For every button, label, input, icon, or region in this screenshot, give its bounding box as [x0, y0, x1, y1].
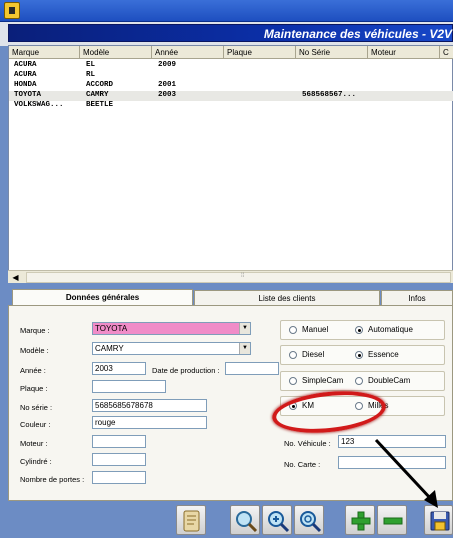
cell-modele: RL — [86, 71, 96, 79]
modele-select[interactable]: CAMRY ▼ — [92, 342, 251, 355]
remove-icon — [383, 517, 403, 525]
horizontal-scrollbar[interactable]: ◀ ⁞⁞ — [8, 270, 453, 283]
carburant-group: Diesel Essence — [280, 345, 445, 365]
cell-marque: ACURA — [14, 61, 37, 69]
date-production-field[interactable] — [225, 362, 279, 375]
cell-annee: 2009 — [158, 61, 177, 69]
tab-liste-des-clients[interactable]: Liste des clients — [194, 290, 380, 305]
cell-modele: ACCORD — [86, 81, 114, 89]
simplecam-label: SimpleCam — [302, 376, 344, 385]
zoom-in-icon — [268, 511, 290, 533]
marque-select[interactable]: TOYOTA ▼ — [92, 322, 251, 335]
zoom-in-button[interactable] — [262, 505, 292, 535]
table-row[interactable]: HONDA ACCORD 2001 — [9, 81, 453, 91]
table-row[interactable]: ACURA RL — [9, 71, 453, 81]
moteur-label: Moteur : — [20, 439, 48, 448]
scroll-left-arrow-icon[interactable]: ◀ — [10, 272, 21, 283]
manuel-label: Manuel — [302, 325, 329, 334]
no-vehicule-label: No. Véhicule : — [284, 439, 331, 448]
cell-modele: BEETLE — [86, 101, 114, 109]
cell-annee: 2001 — [158, 81, 177, 89]
table-row[interactable]: ACURA EL 2009 — [9, 61, 453, 71]
no-serie-label: No série : — [20, 403, 53, 412]
column-header-c[interactable]: C — [440, 46, 453, 59]
tab-donnees-generales[interactable]: Données générales — [12, 289, 193, 306]
annee-field[interactable]: 2003 — [92, 362, 146, 375]
cell-marque: HONDA — [14, 81, 37, 89]
vehicle-list[interactable]: Marque Modèle Année Plaque No Série Mote… — [8, 45, 453, 283]
no-serie-field[interactable]: 5685685678678 — [92, 399, 207, 412]
doublecam-radio[interactable] — [355, 377, 363, 385]
column-header-modele[interactable]: Modèle — [80, 46, 152, 59]
cell-modele: CAMRY — [86, 91, 109, 99]
cam-group: SimpleCam DoubleCam — [280, 371, 445, 391]
moteur-field[interactable] — [92, 435, 146, 448]
column-header-marque[interactable]: Marque — [9, 46, 80, 59]
simplecam-radio[interactable] — [289, 377, 297, 385]
app-icon[interactable] — [4, 2, 20, 19]
title-bar — [0, 0, 453, 22]
column-header-no-serie[interactable]: No Série — [296, 46, 368, 59]
diesel-radio[interactable] — [289, 351, 297, 359]
doublecam-label: DoubleCam — [368, 376, 411, 385]
page-title: Maintenance des véhicules - V2V — [263, 27, 452, 41]
column-header-annee[interactable]: Année — [152, 46, 224, 59]
marque-value: TOYOTA — [95, 324, 128, 333]
zoom-out-icon — [300, 511, 322, 533]
table-row[interactable]: VOLKSWAG... BEETLE — [9, 101, 453, 111]
page-header: Maintenance des véhicules - V2V — [8, 24, 453, 42]
scroll-icon — [183, 510, 200, 532]
automatique-label: Automatique — [368, 325, 413, 334]
cell-marque: ACURA — [14, 71, 37, 79]
remove-button[interactable] — [377, 505, 407, 535]
plaque-label: Plaque : — [20, 384, 48, 393]
tab-infos[interactable]: Infos — [381, 290, 453, 305]
marque-label: Marque : — [20, 326, 50, 335]
scroll-grip-icon: ⁞⁞ — [241, 273, 245, 279]
cell-annee: 2003 — [158, 91, 177, 99]
cell-modele: EL — [86, 61, 96, 69]
diesel-label: Diesel — [302, 350, 325, 359]
column-header-plaque[interactable]: Plaque — [224, 46, 296, 59]
essence-radio[interactable] — [355, 351, 363, 359]
annee-label: Année : — [20, 366, 46, 375]
save-button[interactable] — [424, 505, 453, 535]
chevron-down-icon[interactable]: ▼ — [239, 343, 250, 354]
no-vehicule-field[interactable]: 123 — [338, 435, 446, 448]
couleur-label: Couleur : — [20, 420, 51, 429]
scroll-button[interactable] — [176, 505, 206, 535]
cell-serie: 568568567... — [302, 91, 357, 99]
zoom-out-button[interactable] — [294, 505, 324, 535]
cylindre-label: Cylindré : — [20, 457, 52, 466]
column-header-moteur[interactable]: Moteur — [368, 46, 440, 59]
search-button[interactable] — [230, 505, 260, 535]
nombre-portes-label: Nombre de portes : — [20, 475, 85, 484]
nombre-portes-field[interactable] — [92, 471, 146, 484]
chevron-down-icon[interactable]: ▼ — [239, 323, 250, 334]
cell-marque: TOYOTA — [14, 91, 42, 99]
plaque-field[interactable] — [92, 380, 166, 393]
automatique-radio[interactable] — [355, 326, 363, 334]
manuel-radio[interactable] — [289, 326, 297, 334]
no-carte-label: No. Carte : — [284, 460, 321, 469]
add-button[interactable] — [345, 505, 375, 535]
table-row-selected[interactable]: TOYOTA CAMRY 2003 568568567... — [9, 91, 453, 101]
no-carte-field[interactable] — [338, 456, 446, 469]
date-production-label: Date de production : — [152, 366, 220, 375]
save-icon — [430, 511, 450, 531]
cylindre-field[interactable] — [92, 453, 146, 466]
cell-marque: VOLKSWAG... — [14, 101, 64, 109]
essence-label: Essence — [368, 350, 399, 359]
scroll-thumb[interactable] — [26, 272, 451, 283]
modele-value: CAMRY — [95, 344, 124, 353]
transmission-group: Manuel Automatique — [280, 320, 445, 340]
search-icon — [236, 511, 258, 533]
couleur-field[interactable]: rouge — [92, 416, 207, 429]
modele-label: Modèle : — [20, 346, 49, 355]
add-icon — [351, 511, 371, 531]
